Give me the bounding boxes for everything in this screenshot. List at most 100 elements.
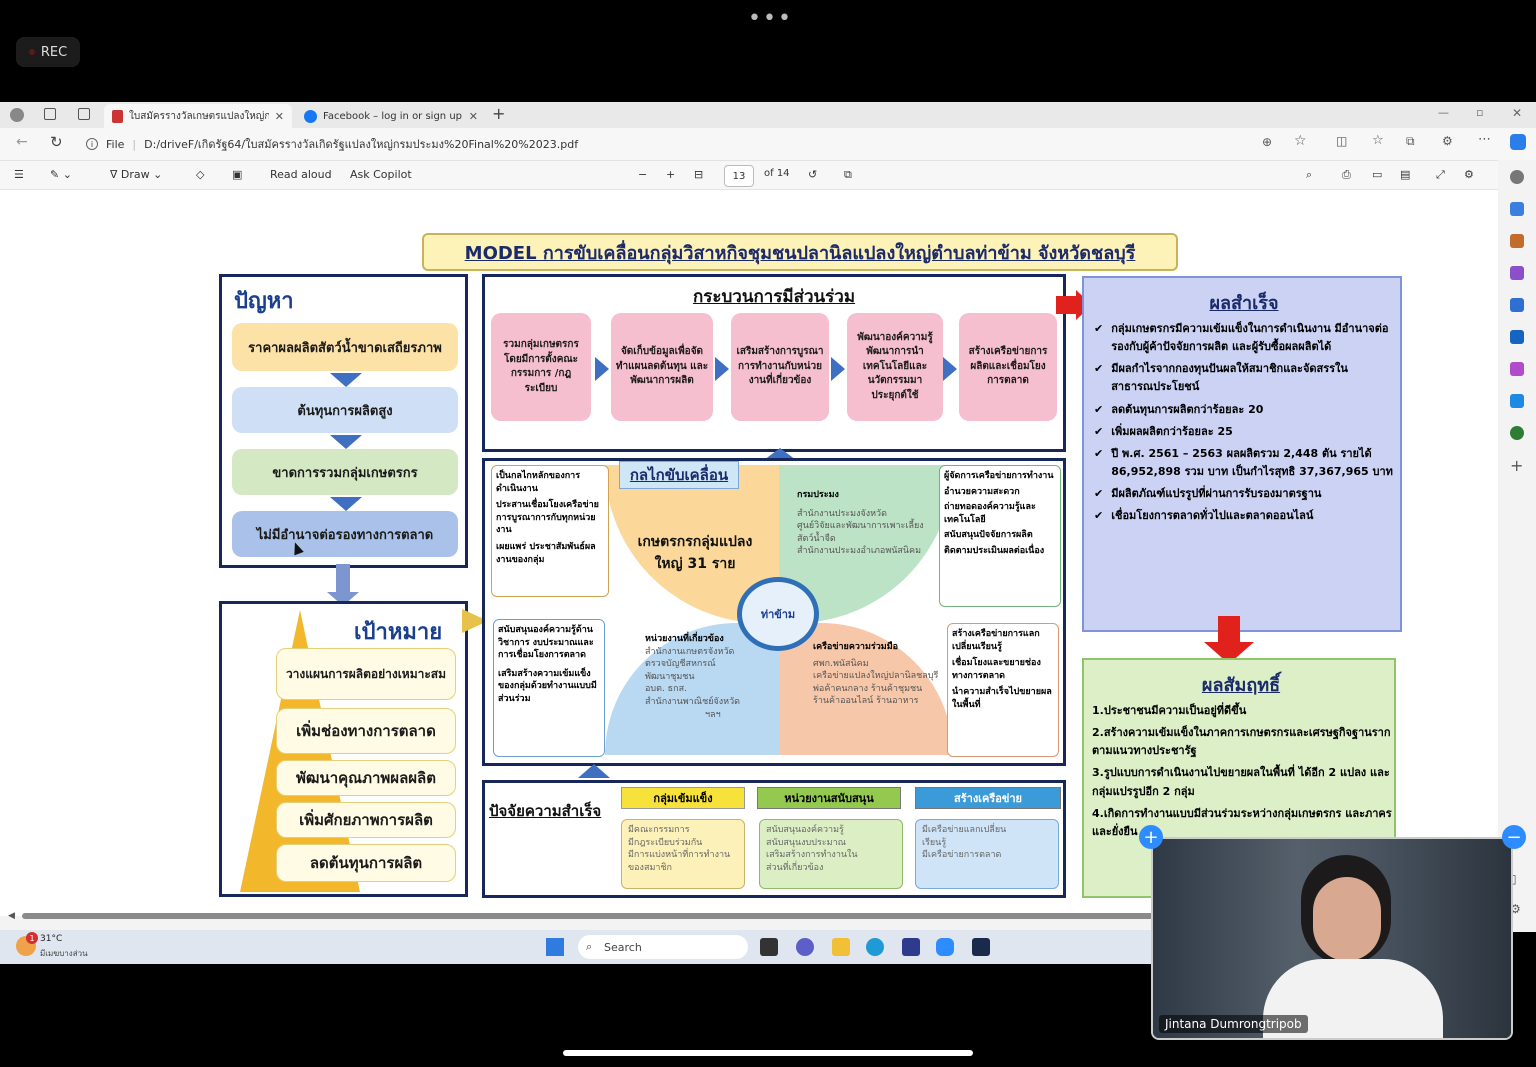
games-icon[interactable] [1510, 266, 1524, 280]
page-view-icon[interactable]: ⧉ [844, 168, 852, 182]
profile-icon[interactable] [10, 108, 24, 122]
bl-line: สำนักงานพาณิชย์จังหวัด [645, 696, 740, 707]
zoom-app-icon[interactable] [936, 938, 954, 956]
favorites-icon[interactable]: ☆ [1372, 133, 1384, 148]
tab-facebook[interactable]: Facebook – log in or sign up ✕ [296, 104, 486, 128]
restore-icon[interactable]: ▫ [1476, 106, 1483, 119]
taskbar-search[interactable]: ⌕ Search [578, 935, 748, 959]
page-number-input[interactable]: 13 [724, 165, 754, 187]
split-screen-icon[interactable]: ◫ [1336, 134, 1347, 148]
save-icon[interactable]: ▭ [1372, 168, 1382, 181]
collections-icon[interactable]: ⧉ [1406, 134, 1415, 149]
result-item: ✔ เชื่อมโยงการตลาดทั่วไปและตลาดออนไลน์ [1094, 507, 1394, 525]
check-item: ประสานเชื่อมโยงเครือข่ายการบูรณาการกับทุ… [496, 500, 599, 536]
rotate-icon[interactable]: ↺ [808, 168, 817, 181]
url-field[interactable]: i File | D:/driveF/เกิดรัฐ64/ใบสมัครรางว… [86, 132, 1286, 156]
tools-icon[interactable] [1510, 234, 1524, 248]
eraser-icon[interactable]: ◇ [196, 168, 204, 181]
pdf-viewer[interactable]: MODEL การขับเคลื่อนกลุ่มวิสาหกิจชุมชนปลา… [0, 190, 1498, 916]
process-step: สร้างเครือข่ายการผลิตและเชื่อมโยงการตลาด [959, 313, 1057, 421]
tab-actions-icon[interactable] [78, 108, 90, 120]
designer-icon[interactable] [1510, 362, 1524, 376]
new-tab-icon[interactable]: + [492, 104, 505, 123]
read-aloud-button[interactable]: Read aloud [270, 168, 332, 181]
view-icon[interactable]: ▣ [232, 168, 242, 181]
minimize-icon[interactable]: — [1438, 106, 1449, 119]
process-step: จัดเก็บข้อมูลเพื่อจัดทำแผนลดต้นทุน และพั… [611, 313, 713, 421]
problem-item: ราคาผลผลิตสัตว์น้ำขาดเสถียรภาพ [232, 323, 458, 371]
more-icon[interactable]: ⋯ [1478, 132, 1491, 147]
result-item: ✔ ปี พ.ศ. 2561 – 2563 ผลผลิตรวม 2,448 ตัน… [1094, 445, 1394, 481]
result-text: เพิ่มผลผลิตกว่าร้อยละ 25 [1111, 424, 1233, 438]
save-as-icon[interactable]: ▤ [1400, 168, 1410, 181]
store-icon[interactable] [902, 938, 920, 956]
url-path: D:/driveF/เกิดรัฐ64/ใบสมัครรางวัลเกิดรัฐ… [144, 138, 579, 151]
zoom-in-icon[interactable]: + [666, 168, 675, 181]
arrow-right-icon [943, 357, 957, 381]
video-participant-tile[interactable]: Jintana Dumrongtripob [1151, 837, 1513, 1040]
refresh-icon[interactable]: ↻ [50, 133, 63, 151]
home-indicator[interactable] [563, 1050, 973, 1056]
search-icon[interactable] [1510, 170, 1524, 184]
send-icon[interactable] [1510, 394, 1524, 408]
shopping-icon[interactable] [1510, 202, 1524, 216]
copilot-icon[interactable] [1510, 134, 1526, 150]
app-icon[interactable] [972, 938, 990, 956]
tr-line: ศูนย์วิจัยและพัฒนาการเพาะเลี้ยงสัตว์น้ำจ… [797, 521, 924, 544]
horizontal-scrollbar[interactable] [22, 913, 1162, 919]
edge-icon[interactable] [866, 938, 884, 956]
teams-icon[interactable] [796, 938, 814, 956]
add-icon[interactable]: + [1510, 456, 1523, 475]
draw-label: Draw [120, 168, 150, 181]
expand-plus-icon[interactable]: + [1139, 825, 1163, 849]
scroll-left-icon[interactable]: ◀ [8, 911, 15, 921]
collapse-minus-icon[interactable]: − [1502, 825, 1526, 849]
check-item: สนับสนุนองค์ความรู้ด้านวิชาการ งบประมาณแ… [498, 625, 594, 661]
bl-line: อบต. ธกส. [645, 684, 687, 695]
factor-line: มีการแบ่งหน้าที่การทำงาน [628, 850, 731, 861]
close-window-icon[interactable]: ✕ [1512, 106, 1522, 120]
close-tab-icon[interactable]: ✕ [275, 110, 284, 123]
favorite-star-icon[interactable]: ☆ [1294, 133, 1307, 149]
zoom-out-icon[interactable]: − [638, 168, 647, 181]
factor-title: กลุ่มเข้มแข็ง [621, 787, 745, 809]
contents-icon[interactable]: ☰ [14, 168, 24, 181]
print-icon[interactable]: ⎙ [1342, 168, 1351, 182]
goal-item: วางแผนการผลิตอย่างเหมาะสม [276, 648, 456, 700]
outlook-icon[interactable] [1510, 330, 1524, 344]
more-options-dots[interactable]: ••• [748, 6, 793, 31]
goal-box: เป้าหมาย วางแผนการผลิตอย่างเหมาะสม เพิ่ม… [219, 601, 468, 897]
info-icon[interactable]: i [86, 138, 98, 150]
factor-line: ส่วนที่เกี่ยวข้อง [766, 862, 824, 873]
office-icon[interactable] [1510, 298, 1524, 312]
bl-checklist: สนับสนุนองค์ความรู้ด้านวิชาการ งบประมาณแ… [493, 619, 605, 757]
check-icon: ✔ [1094, 322, 1104, 335]
check-icon: ✔ [1094, 424, 1104, 438]
check-item: นำความสำเร็จไปขยายผลในพื้นที่ [952, 687, 1052, 710]
draw-button[interactable]: ∇ Draw ⌄ [110, 168, 162, 181]
tree-icon[interactable] [1510, 426, 1524, 440]
fullscreen-icon[interactable]: ⤢ [1436, 168, 1445, 182]
settings-icon[interactable]: ⚙ [1464, 168, 1474, 181]
workspaces-icon[interactable] [44, 108, 56, 120]
temperature: 31°C [40, 934, 63, 944]
ask-copilot-button[interactable]: Ask Copilot [350, 168, 412, 181]
zoom-icon[interactable]: ⊕ [1262, 135, 1272, 149]
result-item: ✔ มีผลกำไรจากกองทุนปันผลให้สมาชิกและจัดสร… [1094, 360, 1394, 396]
start-icon[interactable] [546, 938, 564, 956]
goal-item: เพิ่มศักยภาพการผลิต [276, 802, 456, 838]
extensions-icon[interactable]: ⚙ [1442, 134, 1453, 148]
task-view-icon[interactable] [760, 938, 778, 956]
tab-pdf[interactable]: ใบสมัครรางวัลเกษตรแปลงใหญ่กรมประ ✕ [104, 104, 292, 128]
top-status-area: ••• REC [0, 0, 1536, 102]
highlight-icon[interactable]: ✎ ⌄ [50, 168, 72, 181]
rec-dot-icon [28, 49, 35, 55]
fit-page-icon[interactable]: ⊟ [694, 168, 703, 181]
back-icon[interactable]: ← [16, 134, 28, 150]
close-tab-icon[interactable]: ✕ [469, 110, 478, 123]
factor-card: สนับสนุนองค์ความรู้ สนับสนุนงบประมาณ เสร… [759, 819, 903, 889]
find-icon[interactable]: ⌕ [1306, 168, 1312, 182]
success-factors-box: ปัจจัยความสำเร็จ กลุ่มเข้มแข็ง มีคณะกรรม… [482, 780, 1066, 898]
file-explorer-icon[interactable] [832, 938, 850, 956]
arrow-right-icon [595, 357, 609, 381]
